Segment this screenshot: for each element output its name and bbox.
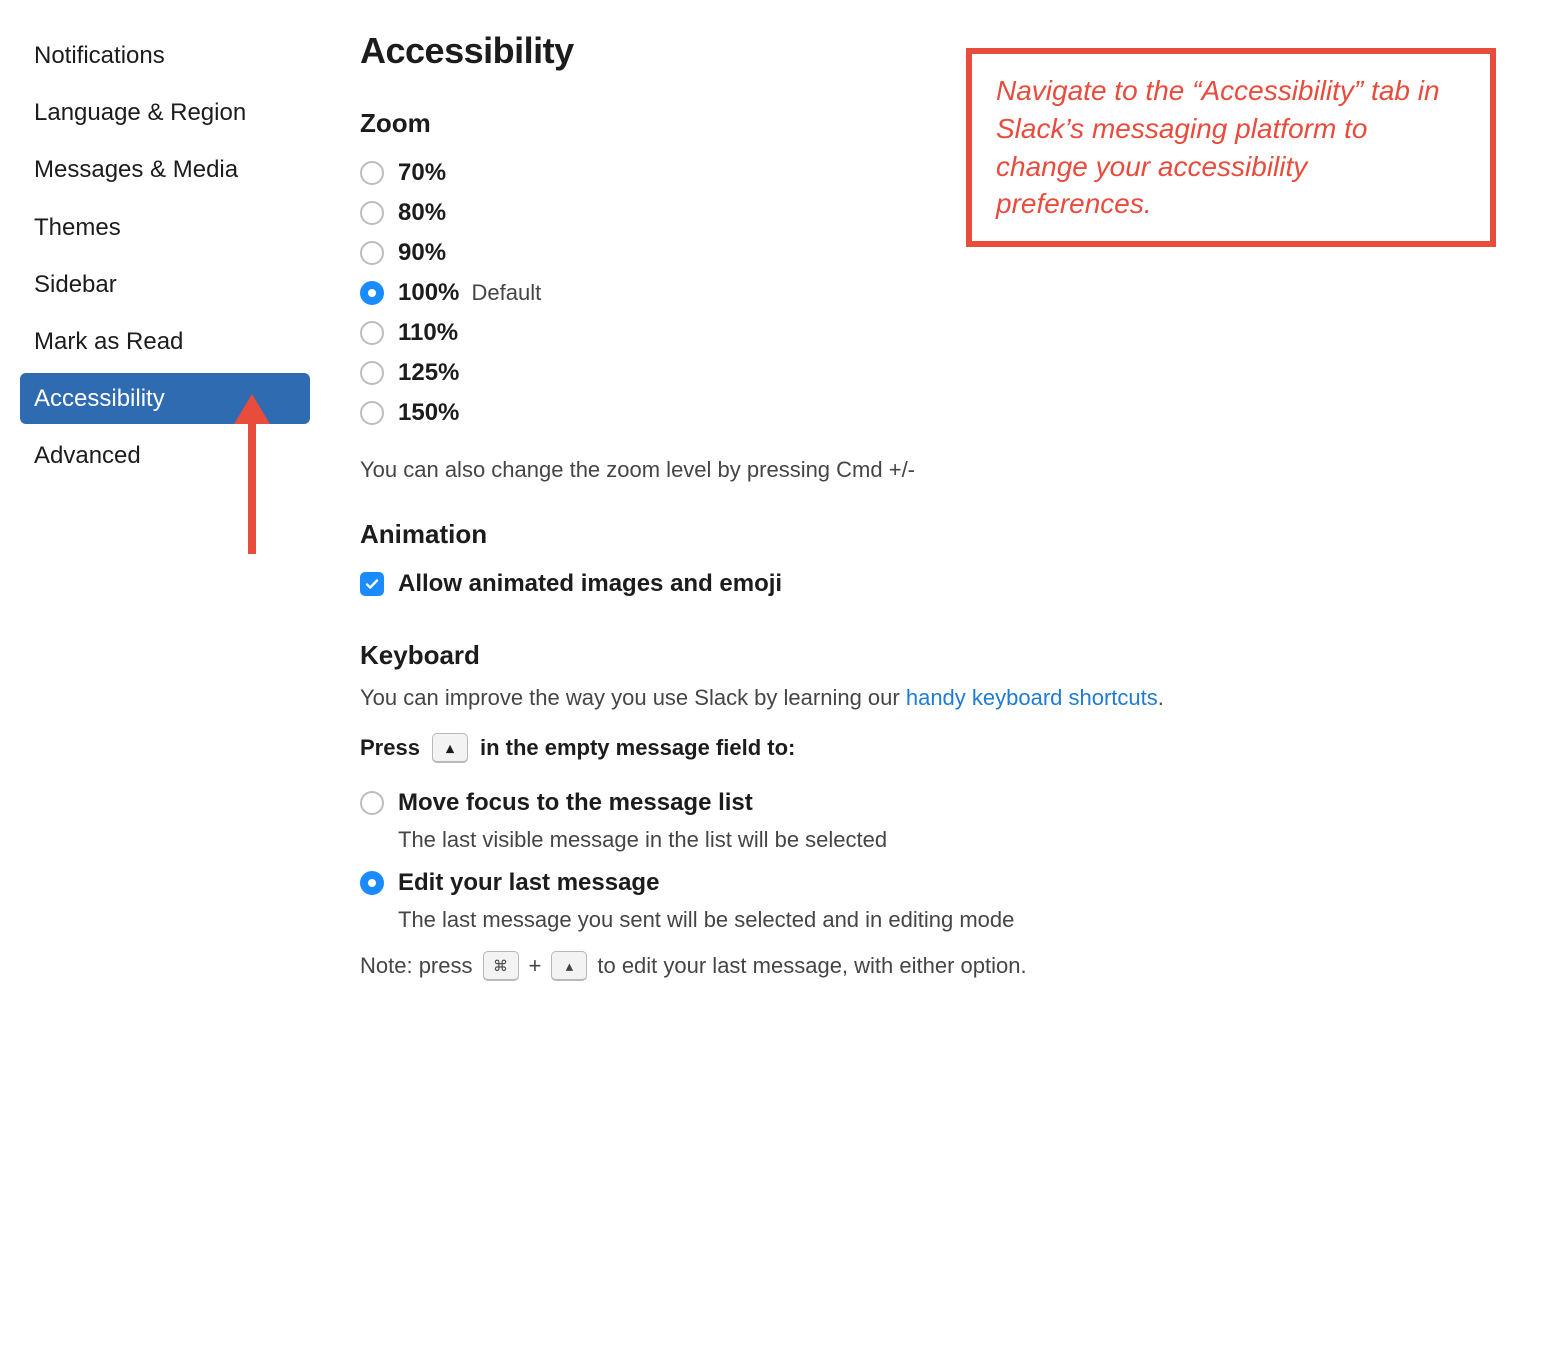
radio-icon: [360, 321, 384, 345]
radio-icon: [360, 201, 384, 225]
keyboard-shortcuts-link[interactable]: handy keyboard shortcuts: [906, 685, 1158, 710]
sidebar: Notifications Language & Region Messages…: [20, 30, 310, 981]
keyboard-intro: You can improve the way you use Slack by…: [360, 685, 1496, 711]
radio-icon: [360, 161, 384, 185]
keyboard-option-label: Edit your last message: [398, 869, 659, 897]
zoom-option-100[interactable]: 100% Default: [360, 273, 1496, 313]
radio-icon: [360, 401, 384, 425]
keyboard-press-prefix: Press: [360, 735, 420, 761]
keyboard-press-line: Press ▴ in the empty message field to:: [360, 733, 1496, 763]
radio-icon: [360, 241, 384, 265]
zoom-option-label: 80%: [398, 199, 446, 227]
zoom-option-suffix: Default: [472, 280, 542, 305]
sidebar-item-mark-as-read[interactable]: Mark as Read: [20, 316, 310, 367]
keyboard-intro-prefix: You can improve the way you use Slack by…: [360, 685, 906, 710]
sidebar-item-accessibility[interactable]: Accessibility: [20, 373, 310, 424]
zoom-option-label: 70%: [398, 159, 446, 187]
zoom-option-125[interactable]: 125%: [360, 353, 1496, 393]
annotation-text: Navigate to the “Accessibility” tab in S…: [996, 75, 1440, 219]
sidebar-item-sidebar[interactable]: Sidebar: [20, 259, 310, 310]
keyboard-option-edit-last[interactable]: Edit your last message: [360, 863, 1496, 903]
keyboard-option-subtext: The last visible message in the list wil…: [398, 827, 1496, 853]
main-panel: Navigate to the “Accessibility” tab in S…: [360, 30, 1526, 981]
keyboard-intro-suffix: .: [1158, 685, 1164, 710]
sidebar-item-themes[interactable]: Themes: [20, 202, 310, 253]
zoom-option-label: 125%: [398, 359, 459, 387]
zoom-option-110[interactable]: 110%: [360, 313, 1496, 353]
cmd-key-icon: ⌘: [483, 951, 519, 981]
keyboard-option-move-focus[interactable]: Move focus to the message list: [360, 783, 1496, 823]
annotation-callout: Navigate to the “Accessibility” tab in S…: [966, 48, 1496, 247]
zoom-option-label: 90%: [398, 239, 446, 267]
sidebar-item-language-region[interactable]: Language & Region: [20, 87, 310, 138]
keyboard-note-plus: +: [529, 953, 542, 979]
zoom-option-label: 150%: [398, 399, 459, 427]
keyboard-note-prefix: Note: press: [360, 953, 473, 979]
keyboard-press-suffix: in the empty message field to:: [480, 735, 795, 761]
radio-icon: [360, 361, 384, 385]
animation-allow-label: Allow animated images and emoji: [398, 570, 782, 598]
animation-heading: Animation: [360, 519, 1496, 550]
sidebar-item-notifications[interactable]: Notifications: [20, 30, 310, 81]
zoom-option-label: 100%: [398, 279, 459, 306]
sidebar-item-advanced[interactable]: Advanced: [20, 430, 310, 481]
keyboard-option-subtext: The last message you sent will be select…: [398, 907, 1496, 933]
sidebar-item-messages-media[interactable]: Messages & Media: [20, 144, 310, 195]
keyboard-note: Note: press ⌘ + ▴ to edit your last mess…: [360, 951, 1496, 981]
radio-icon: [360, 791, 384, 815]
zoom-hint: You can also change the zoom level by pr…: [360, 457, 1496, 483]
zoom-option-150[interactable]: 150%: [360, 393, 1496, 433]
up-key-icon: ▴: [432, 733, 468, 763]
keyboard-heading: Keyboard: [360, 640, 1496, 671]
radio-icon: [360, 281, 384, 305]
checkbox-icon: [360, 572, 384, 596]
up-key-icon: ▴: [551, 951, 587, 981]
radio-icon: [360, 871, 384, 895]
keyboard-option-label: Move focus to the message list: [398, 789, 753, 817]
zoom-option-label: 110%: [398, 319, 458, 347]
animation-allow-checkbox[interactable]: Allow animated images and emoji: [360, 564, 1496, 604]
keyboard-note-suffix: to edit your last message, with either o…: [597, 953, 1026, 979]
